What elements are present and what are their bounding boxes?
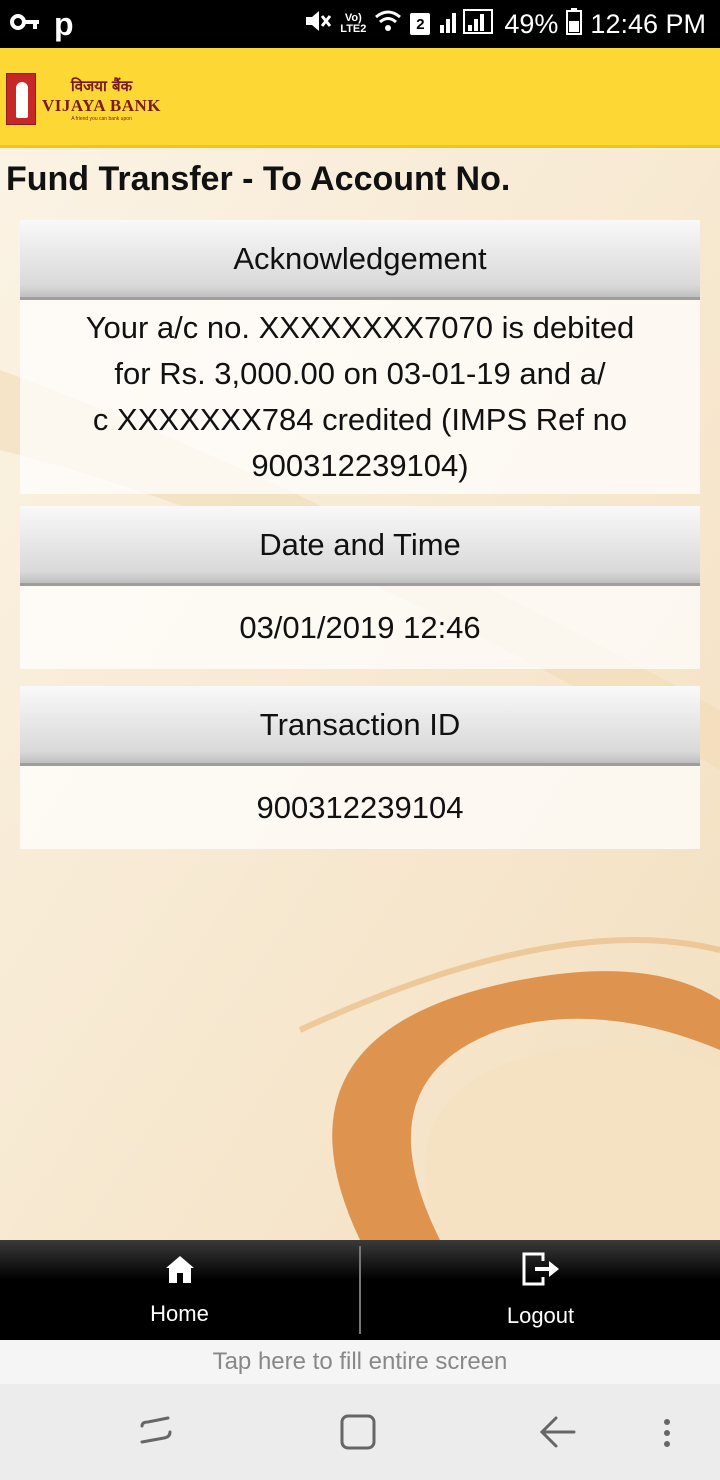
ack-line: Your a/c no. XXXXXXXX7070 is debited (85, 310, 635, 345)
more-options-icon[interactable] (660, 1412, 674, 1457)
date-time-value: 03/01/2019 12:46 (239, 610, 481, 645)
logout-icon (521, 1251, 561, 1293)
logout-label: Logout (506, 1303, 575, 1328)
wifi-icon (374, 9, 402, 40)
p-icon: p (54, 5, 74, 42)
home-icon (164, 1253, 196, 1291)
acknowledgement-heading: Acknowledgement (20, 220, 700, 300)
status-bar: p Vo) LTE2 2 49% 12:46 PM (0, 0, 720, 48)
logo-tagline: A friend you can bank upon (71, 116, 132, 122)
battery-icon (566, 7, 583, 42)
bottom-nav: Home Logout (0, 1240, 720, 1340)
logo-hindi-text: विजया बैंक (70, 77, 133, 95)
ack-line: for Rs. 3,000.00 on 03-01-19 and a/ (114, 356, 606, 391)
date-time-heading: Date and Time (20, 506, 700, 586)
page-title: Fund Transfer - To Account No. (6, 160, 511, 198)
ack-line: 900312239104) (251, 448, 469, 483)
logo-english-text: VIJAYA BANK (42, 96, 162, 115)
date-time-card: Date and Time 03/01/2019 12:46 (20, 506, 700, 669)
acknowledgement-card: Acknowledgement Your a/c no. XXXXXXXX707… (20, 220, 700, 494)
fill-screen-bar[interactable]: Tap here to fill entire screen (0, 1340, 720, 1384)
volte-indicator: Vo) LTE2 (340, 12, 367, 35)
ack-line: c XXXXXXX784 credited (IMPS Ref no (92, 402, 628, 437)
sim-badge: 2 (410, 13, 431, 35)
home-button[interactable]: Home (0, 1240, 359, 1340)
transaction-id-value: 900312239104 (256, 790, 464, 825)
logout-button[interactable]: Logout (361, 1240, 720, 1340)
battery-percent: 49% (504, 8, 559, 39)
recent-apps-icon[interactable] (138, 1412, 174, 1457)
acknowledgement-message: Your a/c no. XXXXXXXX7070 is debited for… (20, 300, 700, 494)
logo-emblem-icon (6, 73, 36, 125)
key-icon (10, 13, 40, 36)
transaction-id-heading: Transaction ID (20, 686, 700, 766)
transaction-id-card: Transaction ID 900312239104 (20, 686, 700, 849)
clock: 12:46 PM (590, 8, 706, 39)
home-label: Home (150, 1301, 209, 1326)
system-nav-bar (0, 1384, 720, 1480)
back-icon[interactable] (538, 1412, 578, 1457)
mute-icon (304, 8, 332, 41)
home-system-icon[interactable] (338, 1412, 378, 1457)
signal-icon (438, 7, 496, 42)
app-header: विजया बैंक VIJAYA BANK A friend you can … (0, 48, 720, 148)
vijaya-bank-logo: विजया बैंक VIJAYA BANK A friend you can … (6, 70, 174, 128)
